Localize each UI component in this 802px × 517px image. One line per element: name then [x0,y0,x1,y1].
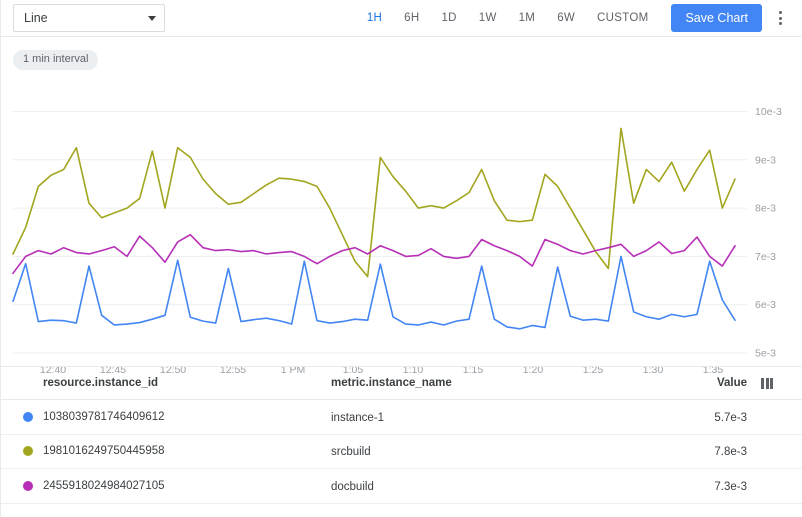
legend-row-instance-1[interactable]: 1038039781746409612 instance-1 5.7e-3 [1,400,802,435]
time-range-1h[interactable]: 1H [356,6,393,30]
y-axis-tick-label: 7e-3 [755,251,776,263]
cell-instance-id: 1981016249750445958 [43,445,165,457]
plot-container[interactable]: 10e-39e-38e-37e-36e-35e-3 12:4012:4512:5… [1,89,802,389]
line-chart-svg[interactable]: 10e-39e-38e-37e-36e-35e-3 12:4012:4512:5… [1,89,802,389]
cell-instance-id: 1038039781746409612 [43,411,165,423]
series-line-instance-1[interactable] [13,256,735,328]
legend-header-row: resource.instance_id metric.instance_nam… [1,367,802,400]
kebab-dot [779,11,782,14]
legend-row-srcbuild[interactable]: 1981016249750445958 srcbuild 7.8e-3 [1,435,802,470]
chart-type-value: Line [24,12,142,25]
cell-value: 5.7e-3 [714,412,747,424]
y-axis-tick-label: 5e-3 [755,348,776,360]
series-legend-table: resource.instance_id metric.instance_nam… [1,366,802,504]
column-settings-icon[interactable] [747,378,773,389]
column-bar [770,378,773,389]
cell-instance-id: 2455918024984027105 [43,480,165,492]
series-color-dot [23,446,33,456]
chart-type-select[interactable]: Line [13,4,165,32]
time-range-1w[interactable]: 1W [468,6,508,30]
series-color-dot [23,412,33,422]
time-range-6w[interactable]: 6W [546,6,586,30]
y-axis-tick-label: 10e-3 [755,106,782,118]
chart-y-axis-labels: 10e-3 9e-3 8e-3 7e-3 6e-3 5e-3 [755,106,782,360]
time-range-6h[interactable]: 6H [393,6,430,30]
column-header-instance-name: metric.instance_name [331,377,691,389]
cell-instance-name: instance-1 [331,412,384,424]
time-range-group: 1H 6H 1D 1W 1M 6W CUSTOM [356,6,660,30]
series-line-srcbuild[interactable] [13,128,735,276]
cell-instance-name: srcbuild [331,446,371,458]
chevron-down-icon [148,16,156,21]
chart-area: 1 min interval 10e-3 9e-3 8e-3 7e-3 6e-3 5e-3… [1,36,802,366]
column-bar [766,378,769,389]
kebab-dot [779,17,782,20]
cell-instance-name: docbuild [331,481,374,493]
interval-badge: 1 min interval [13,50,98,70]
column-bar [761,378,764,389]
series-color-dot [23,481,33,491]
save-chart-button[interactable]: Save Chart [671,4,762,32]
chart-toolbar: Line 1H 6H 1D 1W 1M 6W CUSTOM Save Chart [1,0,802,36]
time-range-custom[interactable]: CUSTOM [586,6,659,30]
cell-value: 7.8e-3 [714,446,747,458]
time-range-1m[interactable]: 1M [508,6,547,30]
column-header-value: Value [691,377,747,389]
y-axis-tick-label: 9e-3 [755,154,776,166]
chart-gridlines [13,111,747,353]
series-line-docbuild[interactable] [13,235,735,274]
y-axis-tick-label: 8e-3 [755,203,776,215]
column-header-instance-id: resource.instance_id [1,377,331,389]
y-axis-tick-label: 6e-3 [755,299,776,311]
legend-row-docbuild[interactable]: 2455918024984027105 docbuild 7.3e-3 [1,469,802,504]
cell-value: 7.3e-3 [714,481,747,493]
metrics-explorer-chart-panel: Line 1H 6H 1D 1W 1M 6W CUSTOM Save Chart… [0,0,802,517]
kebab-dot [779,22,782,25]
time-range-1d[interactable]: 1D [430,6,467,30]
chart-series-group [13,128,735,328]
kebab-menu-icon[interactable] [768,5,792,31]
